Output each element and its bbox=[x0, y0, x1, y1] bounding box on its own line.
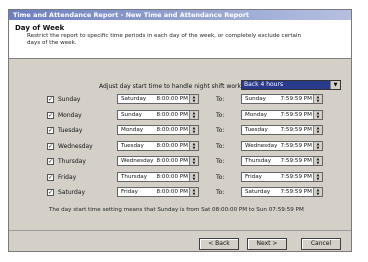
to-day: Thursday bbox=[245, 158, 272, 164]
from-datetime-field[interactable]: Tuesday 8:00:00 PM ▲ ▼ bbox=[117, 140, 199, 151]
day-checkbox[interactable]: ✓ bbox=[47, 158, 54, 165]
day-label: Friday bbox=[58, 173, 77, 181]
to-datetime-field[interactable]: Monday 7:59:59 PM ▲ ▼ bbox=[241, 109, 323, 120]
to-datetime-field[interactable]: Sunday 7:59:59 PM ▲ ▼ bbox=[241, 94, 323, 104]
spinner-icon[interactable]: ▲ ▼ bbox=[189, 141, 198, 150]
from-time: 8:00:00 PM bbox=[156, 189, 188, 195]
to-time: 7:59:59 PM bbox=[280, 158, 312, 164]
day-checkbox[interactable]: ✓ bbox=[47, 127, 54, 134]
to-datetime-field[interactable]: Wednesday 7:59:59 PM ▲ ▼ bbox=[241, 140, 323, 151]
spinner-icon[interactable]: ▲ ▼ bbox=[313, 141, 322, 150]
next-button[interactable]: Next > bbox=[247, 238, 287, 250]
wizard-header: Day of Week Restrict the report to speci… bbox=[9, 20, 351, 59]
from-day: Tuesday bbox=[121, 142, 144, 149]
from-datetime-field[interactable]: Wednesday 8:00:00 PM ▲ ▼ bbox=[117, 156, 199, 166]
to-time: 7:59:59 PM bbox=[280, 111, 312, 118]
from-day: Saturday bbox=[121, 96, 147, 102]
to-label: To: bbox=[216, 173, 225, 181]
cancel-button[interactable]: Cancel bbox=[301, 238, 341, 250]
to-label: To: bbox=[216, 96, 225, 103]
to-time: 7:59:59 PM bbox=[280, 189, 312, 195]
day-label: Monday bbox=[58, 111, 82, 119]
to-day: Monday bbox=[245, 111, 268, 118]
to-time: 7:59:59 PM bbox=[280, 127, 312, 133]
button-divider bbox=[9, 230, 351, 231]
day-row: ✓ Monday Sunday 8:00:00 PM ▲ ▼ To: Monday 7:59:5… bbox=[9, 109, 353, 122]
back-button[interactable]: < Back bbox=[199, 238, 239, 250]
wizard-window: Time and Attendance Report - New Time an… bbox=[8, 9, 352, 252]
from-time: 8:00:00 PM bbox=[156, 96, 188, 102]
to-day: Saturday bbox=[245, 189, 271, 195]
from-time: 8:00:00 PM bbox=[156, 127, 188, 133]
to-datetime-field[interactable]: Friday 7:59:59 PM ▲ ▼ bbox=[241, 171, 323, 182]
dropdown-arrow-icon[interactable]: ▼ bbox=[330, 81, 340, 89]
to-label: To: bbox=[216, 158, 225, 165]
to-label: To: bbox=[216, 189, 225, 196]
day-label: Tuesday bbox=[58, 127, 83, 134]
to-datetime-field[interactable]: Thursday 7:59:59 PM ▲ ▼ bbox=[241, 156, 323, 166]
to-datetime-field[interactable]: Saturday 7:59:59 PM ▲ ▼ bbox=[241, 187, 323, 197]
spinner-icon[interactable]: ▲ ▼ bbox=[313, 126, 322, 134]
page-description: Restrict the report to specific time per… bbox=[27, 33, 302, 46]
from-datetime-field[interactable]: Friday 8:00:00 PM ▲ ▼ bbox=[117, 187, 199, 197]
from-datetime-field[interactable]: Monday 8:00:00 PM ▲ ▼ bbox=[117, 125, 199, 135]
spinner-icon[interactable]: ▲ ▼ bbox=[189, 188, 198, 196]
day-row: ✓ Wednesday Tuesday 8:00:00 PM ▲ ▼ To: Wednesda… bbox=[9, 140, 353, 153]
to-label: To: bbox=[216, 127, 225, 134]
spinner-icon[interactable]: ▲ ▼ bbox=[189, 172, 198, 181]
day-row: ✓ Thursday Wednesday 8:00:00 PM ▲ ▼ To: Thursda… bbox=[9, 156, 353, 168]
spinner-icon[interactable]: ▲ ▼ bbox=[189, 157, 198, 165]
day-label: Thursday bbox=[58, 158, 86, 165]
day-row: ✓ Sunday Saturday 8:00:00 PM ▲ ▼ To: Sunday 7:59… bbox=[9, 94, 353, 106]
to-day: Friday bbox=[245, 173, 262, 180]
day-checkbox[interactable]: ✓ bbox=[47, 189, 54, 196]
adjust-start-select[interactable]: Back 4 hours ▼ bbox=[241, 80, 341, 90]
to-time: 7:59:59 PM bbox=[280, 173, 312, 180]
day-row: ✓ Tuesday Monday 8:00:00 PM ▲ ▼ To: Tuesday 7:59… bbox=[9, 125, 353, 137]
to-day: Sunday bbox=[245, 96, 266, 102]
adjust-start-value: Back 4 hours bbox=[244, 81, 284, 88]
spinner-icon[interactable]: ▲ ▼ bbox=[313, 172, 322, 181]
spinner-icon[interactable]: ▲ ▼ bbox=[313, 110, 322, 119]
from-day: Thursday bbox=[121, 173, 148, 180]
to-label: To: bbox=[216, 142, 225, 150]
from-time: 8:00:00 PM bbox=[156, 142, 188, 149]
page-title: Day of Week bbox=[15, 24, 65, 32]
day-label: Saturday bbox=[58, 189, 86, 196]
day-checkbox[interactable]: ✓ bbox=[47, 142, 54, 150]
day-label: Wednesday bbox=[58, 142, 93, 150]
day-row: ✓ Friday Thursday 8:00:00 PM ▲ ▼ To: Friday 7:59… bbox=[9, 171, 353, 184]
from-day: Wednesday bbox=[121, 158, 154, 164]
day-checkbox[interactable]: ✓ bbox=[47, 173, 54, 181]
spinner-icon[interactable]: ▲ ▼ bbox=[313, 157, 322, 165]
to-datetime-field[interactable]: Tuesday 7:59:59 PM ▲ ▼ bbox=[241, 125, 323, 135]
from-day: Friday bbox=[121, 189, 138, 195]
day-label: Sunday bbox=[58, 96, 81, 103]
from-day: Monday bbox=[121, 127, 144, 133]
to-day: Tuesday bbox=[245, 127, 268, 133]
spinner-icon[interactable]: ▲ ▼ bbox=[313, 95, 322, 103]
to-time: 7:59:59 PM bbox=[280, 142, 312, 149]
spinner-icon[interactable]: ▲ ▼ bbox=[313, 188, 322, 196]
day-row: ✓ Saturday Friday 8:00:00 PM ▲ ▼ To: Saturday 7:… bbox=[9, 187, 353, 199]
spinner-icon[interactable]: ▲ ▼ bbox=[189, 110, 198, 119]
to-day: Wednesday bbox=[245, 142, 278, 149]
adjust-start-label: Adjust day start time to handle night sh… bbox=[99, 83, 253, 90]
from-datetime-field[interactable]: Saturday 8:00:00 PM ▲ ▼ bbox=[117, 94, 199, 104]
from-datetime-field[interactable]: Thursday 8:00:00 PM ▲ ▼ bbox=[117, 171, 199, 182]
from-day: Sunday bbox=[121, 111, 142, 118]
spinner-icon[interactable]: ▲ ▼ bbox=[189, 126, 198, 134]
spinner-icon[interactable]: ▲ ▼ bbox=[189, 95, 198, 103]
day-checkbox[interactable]: ✓ bbox=[47, 96, 54, 103]
from-time: 8:00:00 PM bbox=[156, 158, 188, 164]
to-time: 7:59:59 PM bbox=[280, 96, 312, 102]
day-start-note: The day start time setting means that Su… bbox=[49, 207, 304, 213]
day-checkbox[interactable]: ✓ bbox=[47, 111, 54, 119]
window-title: Time and Attendance Report - New Time an… bbox=[9, 10, 351, 20]
to-label: To: bbox=[216, 111, 225, 119]
from-time: 8:00:00 PM bbox=[156, 173, 188, 180]
from-time: 8:00:00 PM bbox=[156, 111, 188, 118]
from-datetime-field[interactable]: Sunday 8:00:00 PM ▲ ▼ bbox=[117, 109, 199, 120]
